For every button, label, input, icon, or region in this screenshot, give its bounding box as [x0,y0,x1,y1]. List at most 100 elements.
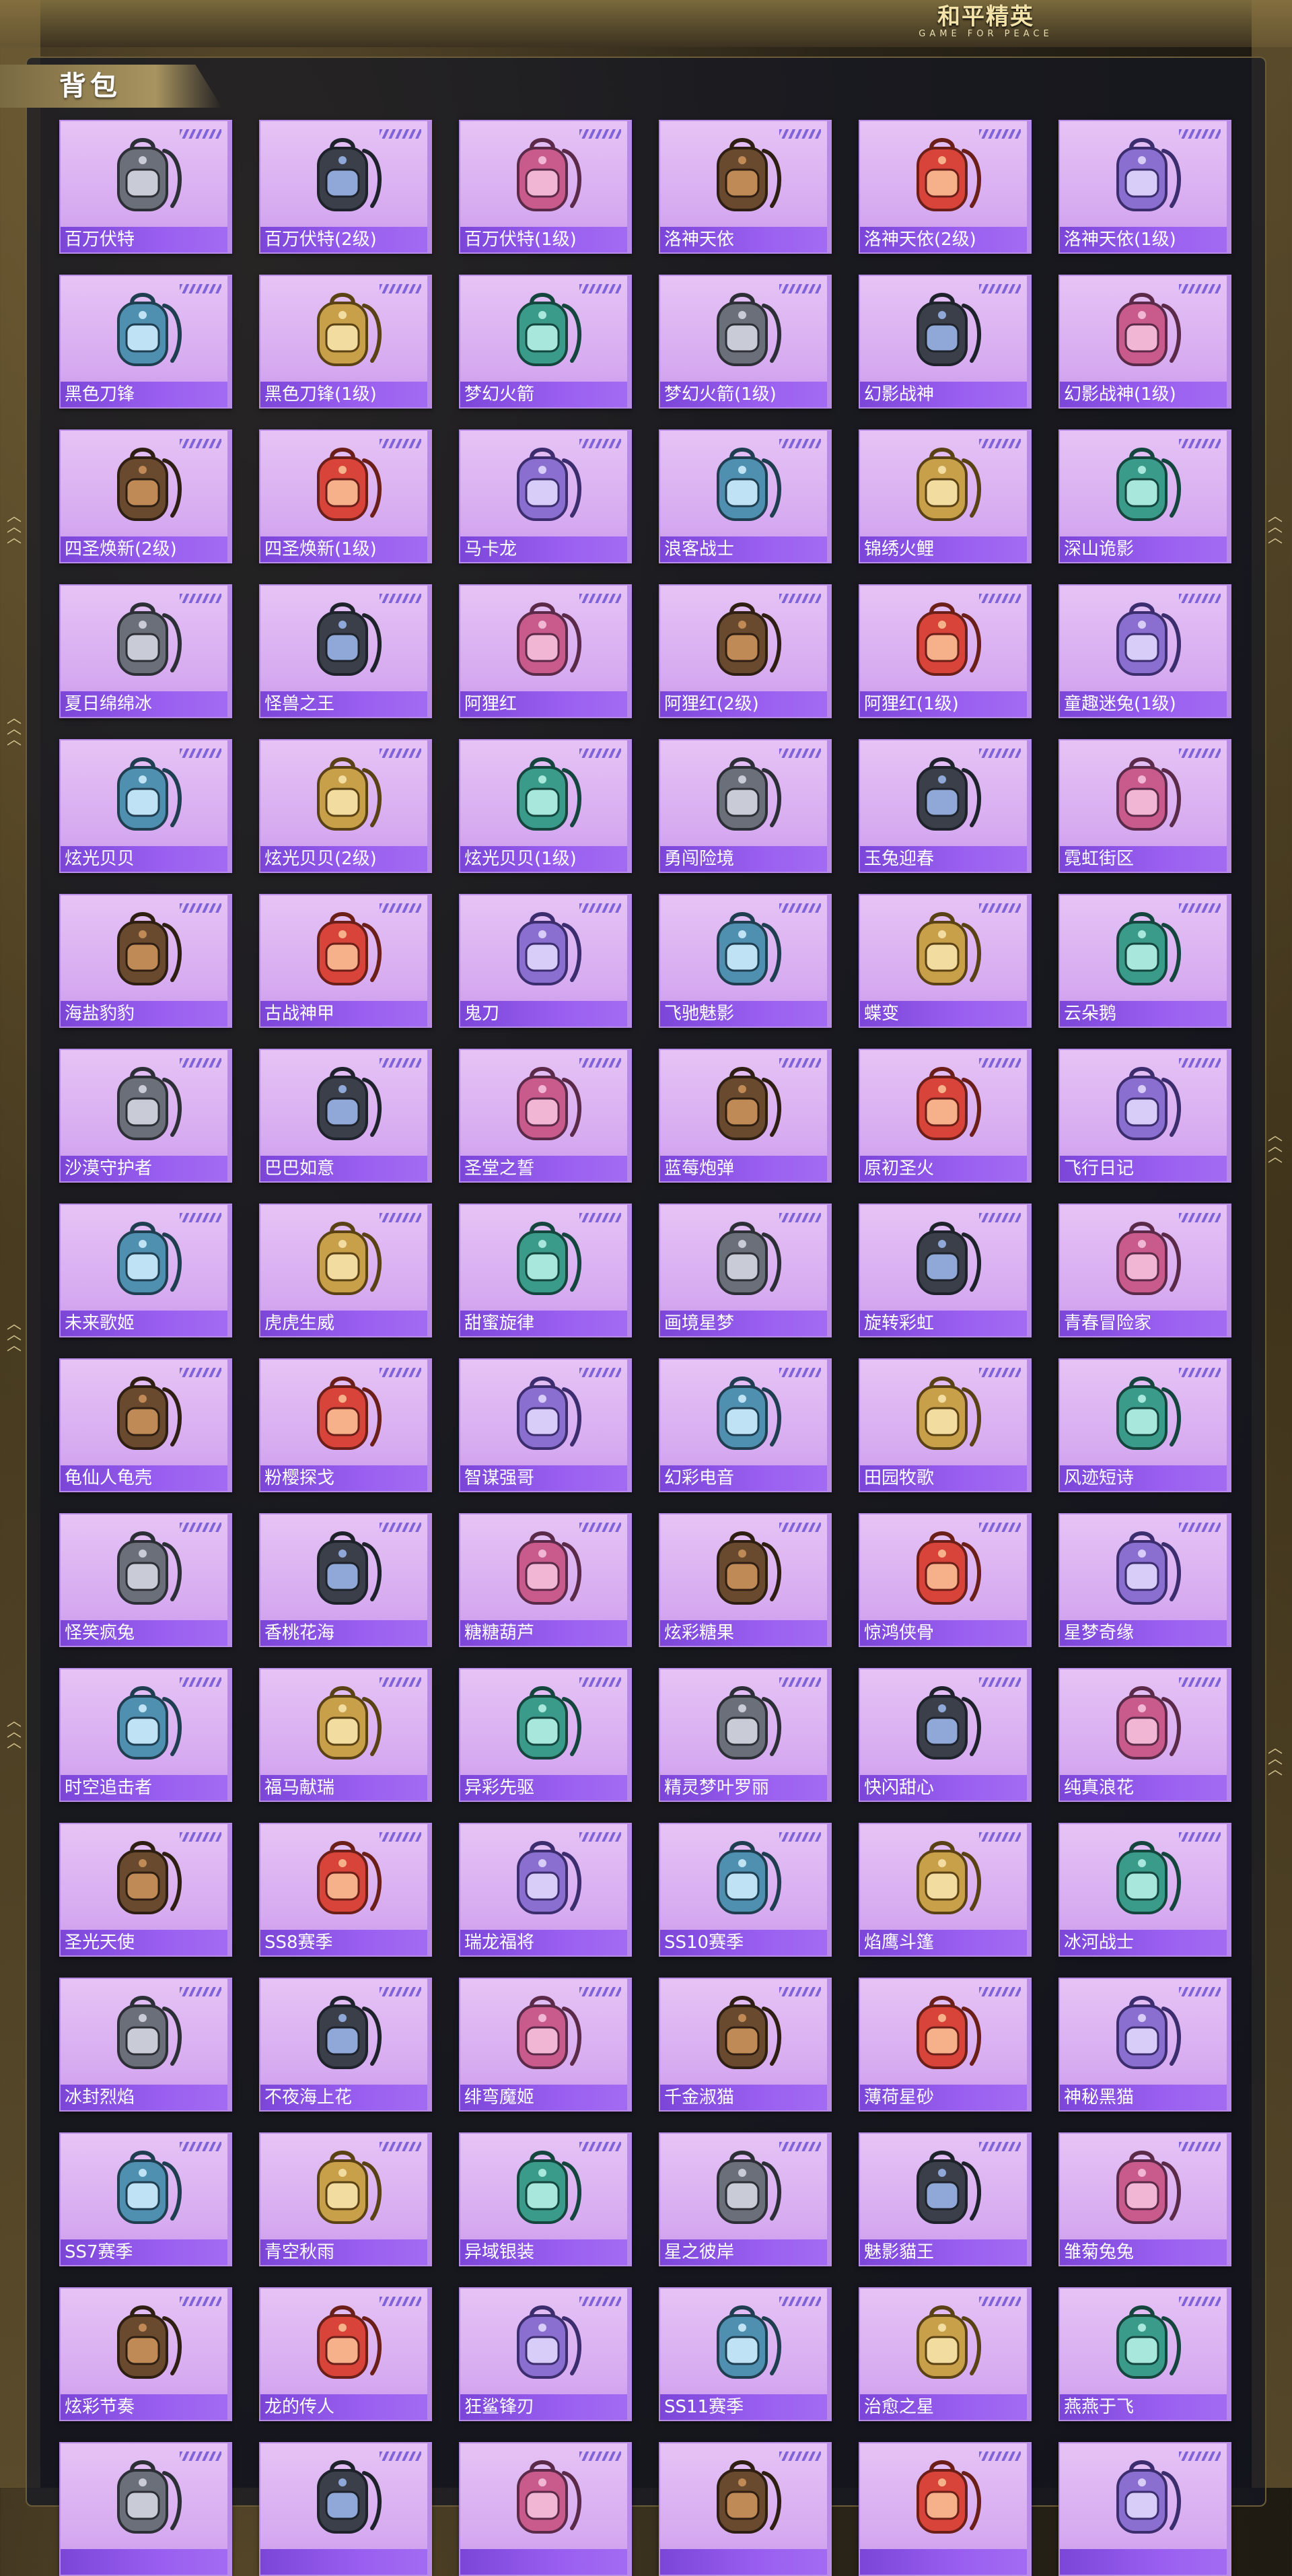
backpack-item-card[interactable]: 幻影战神 [859,275,1032,409]
backpack-item-card[interactable]: 未来歌姬 [59,1204,232,1337]
backpack-item-card[interactable]: 勇闯险境 [659,739,832,873]
item-name-label: 治愈之星 [860,2394,1030,2420]
backpack-item-card[interactable]: 龙的传人 [259,2287,432,2421]
backpack-item-card[interactable]: 炫光贝贝(2级) [259,739,432,873]
backpack-item-card[interactable]: 怪兽之王 [259,584,432,718]
backpack-item-card[interactable]: 炫彩节奏 [59,2287,232,2421]
backpack-item-card[interactable] [1058,2442,1231,2576]
backpack-item-card[interactable]: 田园牧歌 [859,1358,1032,1492]
backpack-item-card[interactable]: 海盐豹豹 [59,894,232,1028]
backpack-item-card[interactable]: 阿狸红(1级) [859,584,1032,718]
backpack-item-card[interactable]: 阿狸红 [459,584,632,718]
backpack-item-card[interactable]: 圣堂之誓 [459,1049,632,1183]
backpack-item-card[interactable]: 焰鹰斗篷 [859,1823,1032,1957]
backpack-item-card[interactable]: 冰封烈焰 [59,1978,232,2112]
backpack-item-card[interactable] [459,2442,632,2576]
backpack-item-card[interactable]: 蓝莓炮弹 [659,1049,832,1183]
backpack-item-card[interactable]: 梦幻火箭(1级) [659,275,832,409]
backpack-item-card[interactable]: 异域银装 [459,2132,632,2266]
backpack-item-card[interactable]: 糖糖葫芦 [459,1513,632,1647]
backpack-item-card[interactable]: 画境星梦 [659,1204,832,1337]
backpack-item-card[interactable]: 雏菊兔兔 [1058,2132,1231,2266]
backpack-item-card[interactable]: 纯真浪花 [1058,1668,1231,1802]
backpack-item-card[interactable]: 虎虎生威 [259,1204,432,1337]
backpack-item-card[interactable]: 百万伏特 [59,120,232,254]
backpack-item-card[interactable]: 百万伏特(2级) [259,120,432,254]
backpack-item-card[interactable]: 鬼刀 [459,894,632,1028]
backpack-item-card[interactable]: 不夜海上花 [259,1978,432,2112]
backpack-item-card[interactable] [259,2442,432,2576]
backpack-item-card[interactable]: 童趣迷兔(1级) [1058,584,1231,718]
backpack-icon [317,757,382,831]
backpack-item-card[interactable] [859,2442,1032,2576]
backpack-item-card[interactable]: 巴巴如意 [259,1049,432,1183]
backpack-item-card[interactable]: 星梦奇缘 [1058,1513,1231,1647]
backpack-item-card[interactable]: 阿狸红(2级) [659,584,832,718]
backpack-item-card[interactable]: 夏日绵绵冰 [59,584,232,718]
backpack-item-card[interactable]: 冰河战士 [1058,1823,1231,1957]
backpack-item-card[interactable]: 古战神甲 [259,894,432,1028]
backpack-item-card[interactable]: 炫光贝贝(1级) [459,739,632,873]
backpack-item-card[interactable]: 原初圣火 [859,1049,1032,1183]
backpack-item-card[interactable]: 快闪甜心 [859,1668,1032,1802]
backpack-item-card[interactable]: 黑色刀锋 [59,275,232,409]
backpack-item-card[interactable]: 神秘黑猫 [1058,1978,1231,2112]
backpack-item-card[interactable] [59,2442,232,2576]
backpack-item-card[interactable]: 飞驰魅影 [659,894,832,1028]
backpack-icon [917,602,981,676]
backpack-item-card[interactable]: 青空秋雨 [259,2132,432,2266]
backpack-item-card[interactable]: 星之彼岸 [659,2132,832,2266]
item-name-label: 黑色刀锋 [61,382,231,407]
backpack-item-card[interactable]: 智谋强哥 [459,1358,632,1492]
backpack-item-card[interactable]: 四圣焕新(1级) [259,429,432,563]
backpack-item-card[interactable]: 粉樱探戈 [259,1358,432,1492]
backpack-item-card[interactable]: 燕燕于飞 [1058,2287,1231,2421]
backpack-item-card[interactable]: 旋转彩虹 [859,1204,1032,1337]
backpack-item-card[interactable]: 风迹短诗 [1058,1358,1231,1492]
backpack-item-card[interactable]: 四圣焕新(2级) [59,429,232,563]
backpack-item-card[interactable]: SS10赛季 [659,1823,832,1957]
backpack-item-card[interactable]: 黑色刀锋(1级) [259,275,432,409]
backpack-item-card[interactable]: 幻影战神(1级) [1058,275,1231,409]
backpack-item-card[interactable]: 锦绣火鲤 [859,429,1032,563]
backpack-item-card[interactable]: 治愈之星 [859,2287,1032,2421]
backpack-item-card[interactable]: 瑞龙福将 [459,1823,632,1957]
backpack-item-card[interactable]: 炫光贝贝 [59,739,232,873]
backpack-item-card[interactable]: 梦幻火箭 [459,275,632,409]
backpack-item-card[interactable]: 魅影貓王 [859,2132,1032,2266]
backpack-item-card[interactable]: 飞行日记 [1058,1049,1231,1183]
backpack-item-card[interactable]: 青春冒险家 [1058,1204,1231,1337]
backpack-item-card[interactable]: 洛神天依(1级) [1058,120,1231,254]
backpack-item-card[interactable]: 异彩先驱 [459,1668,632,1802]
backpack-item-card[interactable]: 沙漠守护者 [59,1049,232,1183]
backpack-item-card[interactable]: 薄荷星砂 [859,1978,1032,2112]
backpack-item-card[interactable]: 蝶变 [859,894,1032,1028]
backpack-item-card[interactable]: 百万伏特(1级) [459,120,632,254]
backpack-item-card[interactable]: 怪笑疯兔 [59,1513,232,1647]
backpack-item-card[interactable]: 绯弯魔姬 [459,1978,632,2112]
backpack-item-card[interactable]: 浪客战士 [659,429,832,563]
backpack-item-card[interactable]: 圣光天使 [59,1823,232,1957]
backpack-item-card[interactable]: 精灵梦叶罗丽 [659,1668,832,1802]
backpack-item-card[interactable]: 惊鸿侠骨 [859,1513,1032,1647]
backpack-item-card[interactable]: 洛神天依 [659,120,832,254]
backpack-item-card[interactable]: 千金淑猫 [659,1978,832,2112]
backpack-item-card[interactable]: 狂鲨锋刃 [459,2287,632,2421]
backpack-item-card[interactable]: SS7赛季 [59,2132,232,2266]
backpack-item-card[interactable]: 马卡龙 [459,429,632,563]
backpack-item-card[interactable]: 炫彩糖果 [659,1513,832,1647]
backpack-item-card[interactable]: 霓虹街区 [1058,739,1231,873]
backpack-item-card[interactable]: 龟仙人龟壳 [59,1358,232,1492]
backpack-item-card[interactable]: 玉兔迎春 [859,739,1032,873]
backpack-item-card[interactable]: 香桃花海 [259,1513,432,1647]
backpack-item-card[interactable]: 洛神天依(2级) [859,120,1032,254]
backpack-item-card[interactable]: SS8赛季 [259,1823,432,1957]
backpack-item-card[interactable]: 时空追击者 [59,1668,232,1802]
backpack-item-card[interactable]: 云朵鹅 [1058,894,1231,1028]
backpack-item-card[interactable] [659,2442,832,2576]
backpack-item-card[interactable]: 甜蜜旋律 [459,1204,632,1337]
backpack-item-card[interactable]: 幻彩电音 [659,1358,832,1492]
backpack-item-card[interactable]: 深山诡影 [1058,429,1231,563]
backpack-item-card[interactable]: SS11赛季 [659,2287,832,2421]
backpack-item-card[interactable]: 福马献瑞 [259,1668,432,1802]
